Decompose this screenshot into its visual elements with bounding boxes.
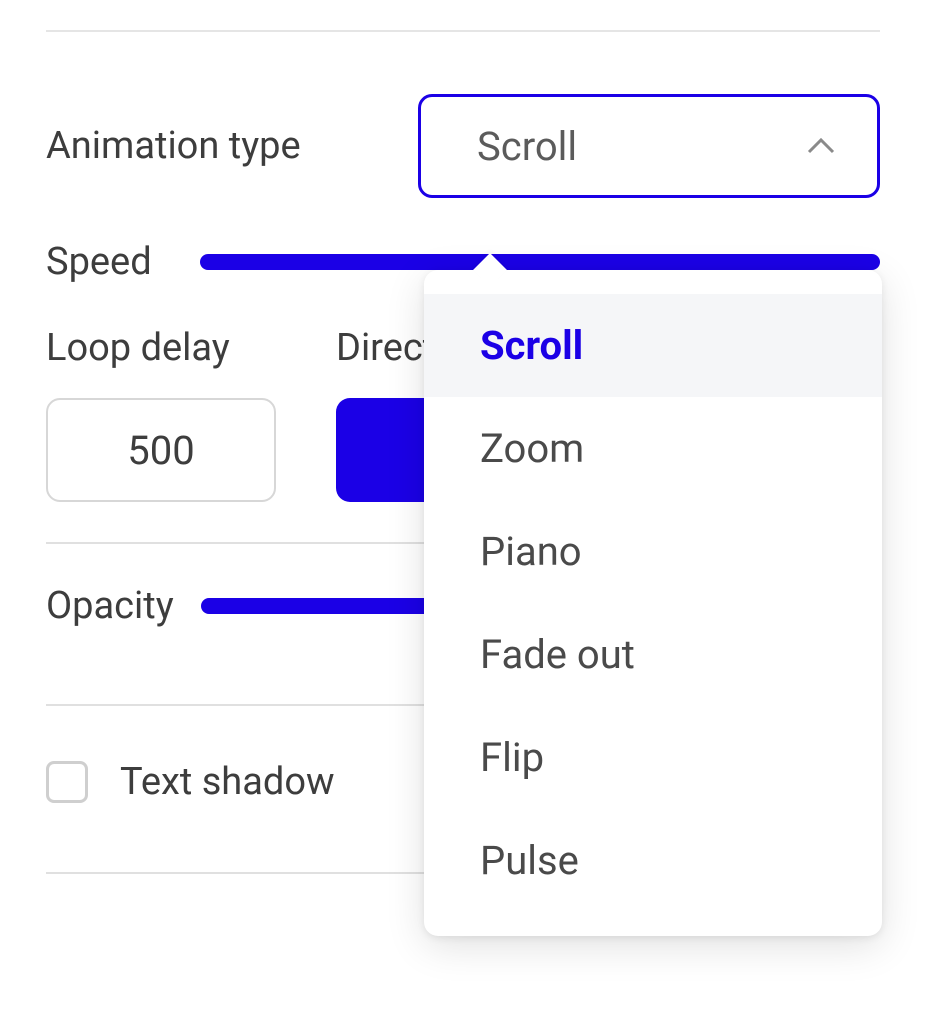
animation-type-row: Animation type Scroll (46, 94, 880, 198)
animation-type-dropdown: ScrollZoomPianoFade outFlipPulse (424, 270, 882, 936)
chevron-up-icon (807, 138, 835, 154)
opacity-label: Opacity (46, 584, 201, 628)
dropdown-item-flip[interactable]: Flip (424, 706, 882, 809)
section-divider (46, 30, 880, 32)
animation-type-value: Scroll (477, 123, 577, 170)
text-shadow-checkbox[interactable] (46, 761, 88, 803)
animation-type-label: Animation type (46, 124, 418, 168)
loop-delay-input[interactable]: 500 (46, 398, 276, 502)
dropdown-item-scroll[interactable]: Scroll (424, 294, 882, 397)
dropdown-item-fade-out[interactable]: Fade out (424, 603, 882, 706)
dropdown-item-zoom[interactable]: Zoom (424, 397, 882, 500)
loop-delay-label: Loop delay (46, 326, 276, 370)
dropdown-item-pulse[interactable]: Pulse (424, 809, 882, 912)
text-shadow-label: Text shadow (120, 760, 335, 804)
loop-delay-col: Loop delay 500 (46, 326, 276, 502)
speed-label: Speed (46, 240, 200, 284)
speed-slider[interactable] (200, 254, 880, 270)
dropdown-item-piano[interactable]: Piano (424, 500, 882, 603)
animation-type-select[interactable]: Scroll (418, 94, 880, 198)
